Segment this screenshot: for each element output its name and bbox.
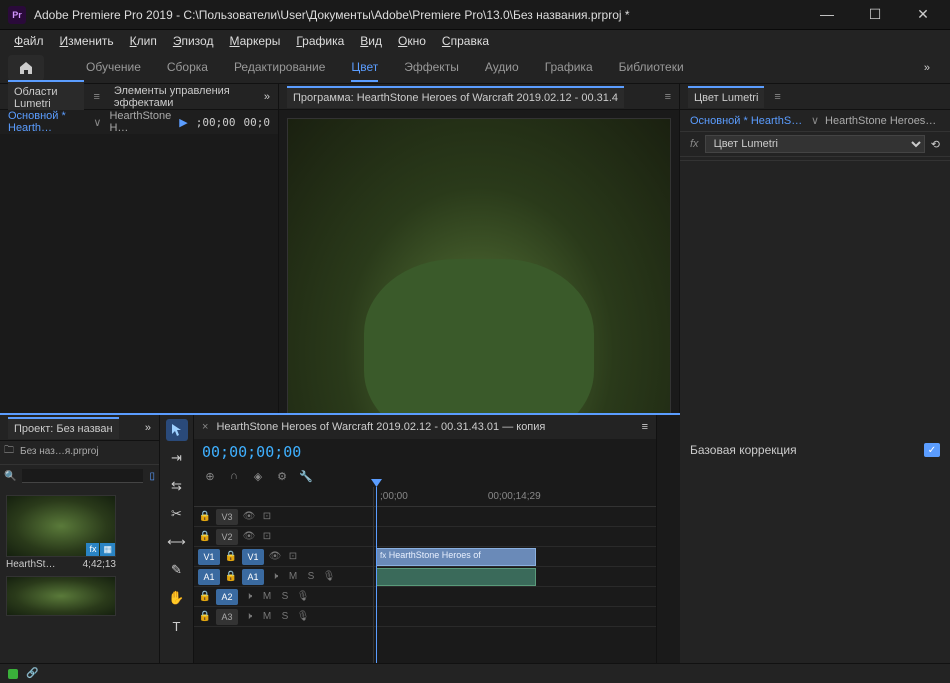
close-button[interactable]: ✕ <box>908 6 938 23</box>
bin-name: Без наз…я.prproj <box>20 446 99 457</box>
titlebar: Pr Adobe Premiere Pro 2019 - C:\Пользова… <box>0 0 950 30</box>
project-clip-thumbnail[interactable]: fx▦ <box>6 495 116 557</box>
program-title: Программа: HearthStone Heroes of Warcraf… <box>287 86 624 108</box>
basic-correction-section[interactable]: Базовая коррекция ✓ <box>680 160 950 663</box>
workspace-bar: Обучение Сборка Редактирование Цвет Эффе… <box>0 52 950 84</box>
workspace-assembly[interactable]: Сборка <box>167 54 208 82</box>
timeline-timecode[interactable]: 00;00;00;00 <box>202 443 301 461</box>
timeline-panel-menu[interactable]: ≡ <box>642 421 648 433</box>
menu-edit[interactable]: Изменить <box>54 32 120 50</box>
search-icon[interactable]: 🔍 <box>4 471 16 482</box>
lumetri-effect-select[interactable]: Цвет Lumetri <box>705 135 925 153</box>
link-icon[interactable]: 🔗 <box>26 668 38 679</box>
lumetri-seq-label: HearthStone Heroes… <box>825 115 940 127</box>
menu-window[interactable]: Окно <box>392 32 432 50</box>
hand-tool[interactable]: ✋ <box>166 587 188 609</box>
lumetri-body: Основной * HearthSto… ∨ HearthStone Hero… <box>680 110 950 663</box>
maximize-button[interactable]: ☐ <box>860 6 890 23</box>
effect-controls-overflow[interactable]: » <box>264 91 270 103</box>
settings-icon[interactable]: ⚙ <box>274 470 290 483</box>
project-overflow[interactable]: » <box>145 422 151 434</box>
audio-meter <box>656 415 680 663</box>
type-tool[interactable]: T <box>166 615 188 637</box>
menubar: Файл Изменить Клип Эпизод Маркеры График… <box>0 30 950 52</box>
project-clip-duration: 4;42;13 <box>83 559 116 570</box>
panel-menu-icon[interactable]: ≡ <box>94 91 100 103</box>
workspace-learning[interactable]: Обучение <box>86 54 141 82</box>
lumetri-header: Цвет Lumetri ≡ <box>680 84 950 110</box>
effect-controls-header: Области Lumetri ≡ Элементы управления эф… <box>0 84 278 110</box>
effect-seq-name: HearthStone H… <box>109 110 171 134</box>
app-icon: Pr <box>8 6 26 24</box>
snap-icon[interactable]: ⊕ <box>202 470 218 483</box>
linked-selection-icon[interactable]: ∩ <box>226 470 242 482</box>
timeline-audio-clip[interactable] <box>376 568 536 586</box>
pen-tool[interactable]: ✎ <box>166 559 188 581</box>
minimize-button[interactable]: — <box>812 6 842 23</box>
effect-playhead-icon[interactable]: ▶ <box>179 116 187 129</box>
workspace-effects[interactable]: Эффекты <box>404 54 459 82</box>
workspace-libraries[interactable]: Библиотеки <box>619 54 684 82</box>
timeline-content[interactable]: ;00;00 00;00;14;29 fx HearthStone Heroes… <box>374 487 656 663</box>
wrench-icon[interactable]: 🔧 <box>298 470 314 483</box>
timeline-playhead[interactable] <box>376 487 377 663</box>
program-panel-menu[interactable]: ≡ <box>665 91 671 103</box>
menu-file[interactable]: Файл <box>8 32 50 50</box>
selection-tool[interactable] <box>166 419 188 441</box>
bin-icon: 🗀 <box>4 443 14 460</box>
project-clip-name: HearthSt… <box>6 559 55 570</box>
timeline-video-clip[interactable]: fx HearthStone Heroes of <box>376 548 536 566</box>
project-search-input[interactable] <box>22 469 143 483</box>
menu-view[interactable]: Вид <box>354 32 388 50</box>
status-indicator <box>8 669 18 679</box>
track-select-tool[interactable]: ⇥ <box>166 447 188 469</box>
reset-effect-icon[interactable]: ⟲ <box>931 138 940 151</box>
ruler-tick-0: ;00;00 <box>380 491 408 502</box>
timeline-sequence-tab[interactable]: HearthStone Heroes of Warcraft 2019.02.1… <box>216 421 545 433</box>
window-title: Adobe Premiere Pro 2019 - C:\Пользовател… <box>34 8 812 22</box>
workspace-graphics[interactable]: Графика <box>545 54 593 82</box>
workspace-audio[interactable]: Аудио <box>485 54 519 82</box>
home-button[interactable] <box>8 55 44 81</box>
status-bar: 🔗 <box>0 663 950 683</box>
marker-icon[interactable]: ◈ <box>250 470 266 483</box>
fx-badge: fx <box>690 138 699 150</box>
project-clip-thumbnail-2[interactable] <box>6 576 116 616</box>
project-bin-row[interactable]: 🗀 Без наз…я.prproj <box>0 441 159 462</box>
ruler-tick-1: 00;00;14;29 <box>488 491 541 502</box>
menu-clip[interactable]: Клип <box>124 32 163 50</box>
lumetri-clip-label[interactable]: Основной * HearthSto… <box>690 115 805 127</box>
tab-lumetri-scopes[interactable]: Области Lumetri <box>8 80 84 114</box>
ripple-edit-tool[interactable]: ⇆ <box>166 475 188 497</box>
effect-clip-name[interactable]: Основной * Hearth… <box>8 110 85 134</box>
razor-tool[interactable]: ✂ <box>166 503 188 525</box>
program-header: Программа: HearthStone Heroes of Warcraf… <box>279 84 679 110</box>
menu-graphics[interactable]: Графика <box>290 32 350 50</box>
lumetri-panel-title: Цвет Lumetri <box>688 86 764 108</box>
menu-markers[interactable]: Маркеры <box>223 32 286 50</box>
workspace-overflow[interactable]: » <box>912 62 942 74</box>
workspace-color[interactable]: Цвет <box>351 54 378 82</box>
lumetri-panel-menu[interactable]: ≡ <box>774 91 780 103</box>
tab-effect-controls[interactable]: Элементы управления эффектами <box>108 81 256 113</box>
basic-correction-toggle[interactable]: ✓ <box>924 443 940 457</box>
slip-tool[interactable]: ⟷ <box>166 531 188 553</box>
menu-sequence[interactable]: Эпизод <box>167 32 220 50</box>
tools-panel: ⇥ ⇆ ✂ ⟷ ✎ ✋ T <box>160 415 194 663</box>
project-tab[interactable]: Проект: Без назван <box>8 417 119 439</box>
effect-ruler-tc: 00;0 <box>244 116 271 129</box>
effect-ruler-in: ;00;00 <box>196 116 236 129</box>
filter-icon[interactable]: ▯ <box>149 471 155 482</box>
workspace-editing[interactable]: Редактирование <box>234 54 325 82</box>
menu-help[interactable]: Справка <box>436 32 495 50</box>
effect-clip-row: Основной * Hearth… ∨ HearthStone H… ▶ ;0… <box>0 110 278 134</box>
